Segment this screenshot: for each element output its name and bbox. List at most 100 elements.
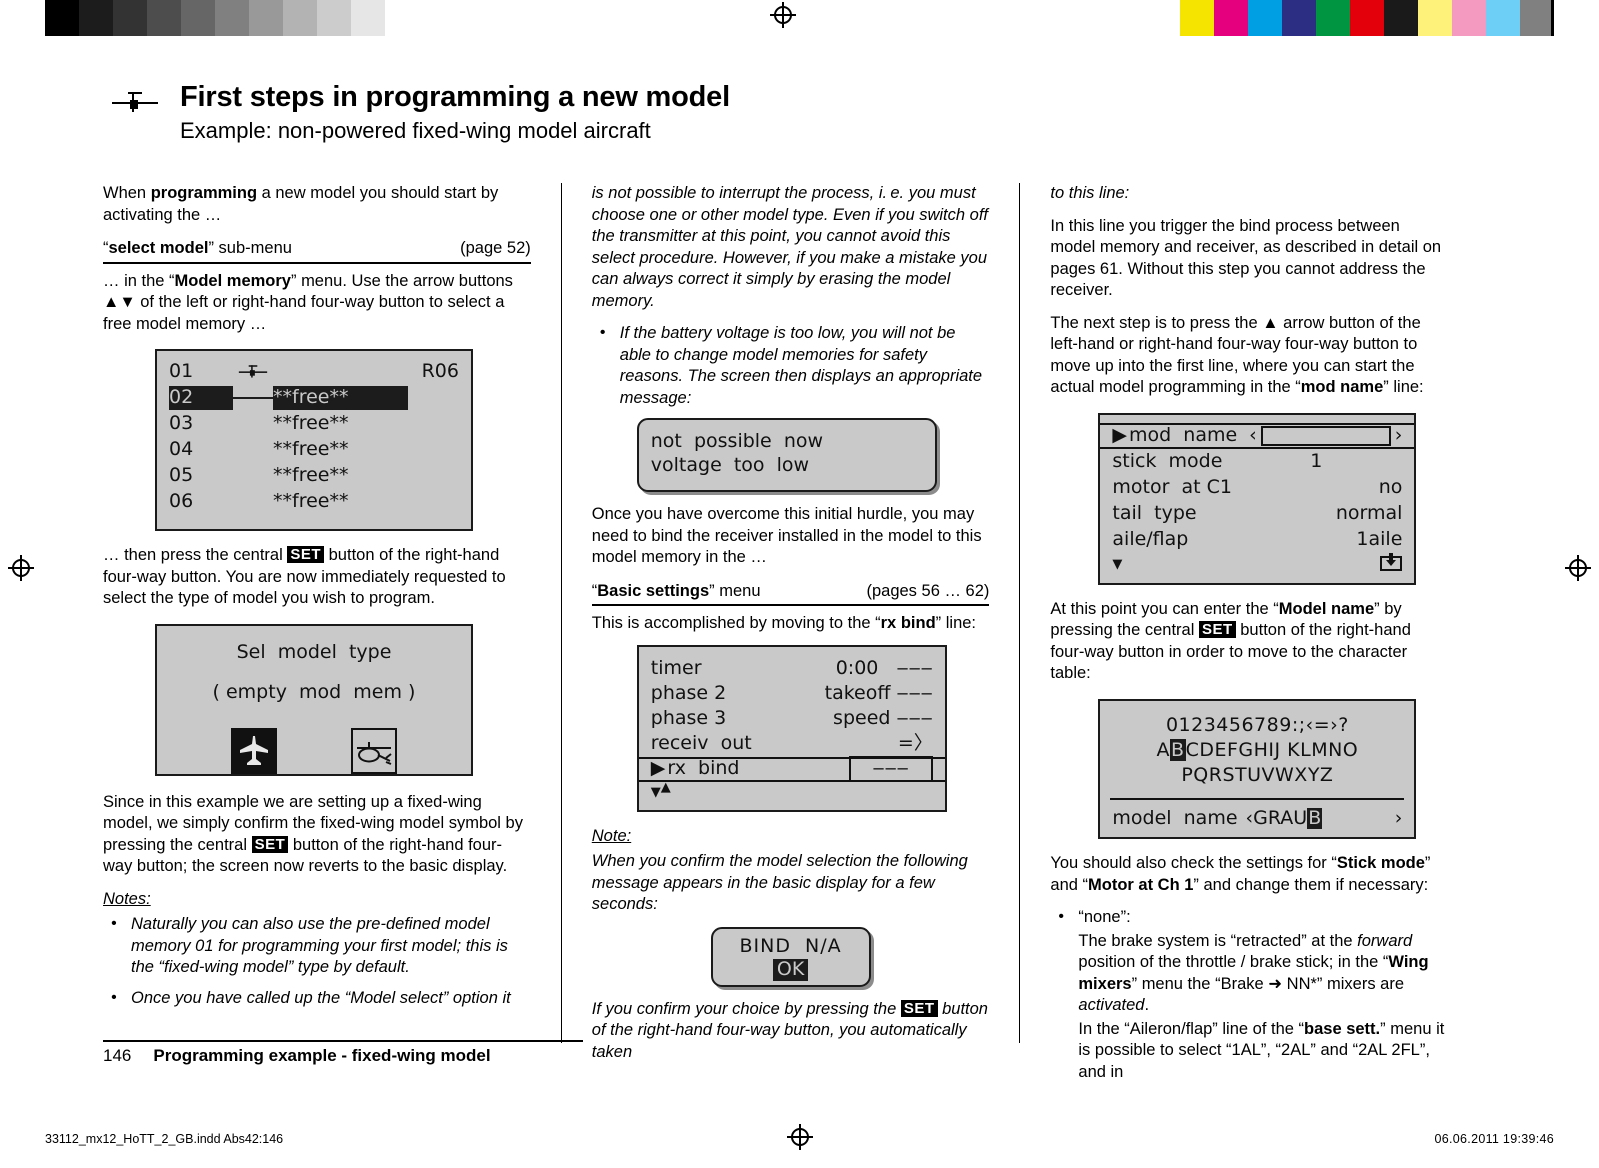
col2-tail-a: If you confirm your choice by pressing t…	[591, 999, 901, 1018]
table-row[interactable]: phase 2 takeoff ‒‒‒	[639, 682, 945, 707]
col3-lead: to this line:	[1050, 184, 1130, 202]
model-name-input-field[interactable]	[1260, 425, 1391, 446]
model-name-entry-row[interactable]: model name ‹ GRAU B ›	[1100, 806, 1414, 830]
table-row[interactable]: 03 **free**	[157, 411, 471, 437]
row-value: takeoff ‒‒‒	[824, 682, 933, 705]
basic-settings-rule-heading: “Basic settings” menu (pages 56 … 62)	[591, 581, 990, 606]
col3-para-2: The next step is to press the ▲ arrow bu…	[1050, 313, 1448, 399]
basic-settings-page-ref: (pages 56 … 62)	[866, 581, 990, 600]
table-row[interactable]: timer 0:00 ‒‒‒	[639, 657, 945, 682]
imprint-filename: 33112_mx12_HoTT_2_GB.indd Abs42:146	[45, 1132, 284, 1146]
row-label: aile/flap	[1112, 527, 1189, 550]
memory-label: **free**	[273, 438, 349, 461]
table-row[interactable]: 04 **free**	[157, 437, 471, 463]
row-label: timer	[650, 657, 702, 680]
page-number: 146	[103, 1046, 132, 1065]
table-row[interactable]: 05 **free**	[157, 463, 471, 489]
helicopter-model-icon[interactable]	[351, 727, 397, 774]
col1-after-lcd1: … then press the central SET button of t…	[103, 545, 531, 610]
page-title: First steps in programming a new model	[180, 81, 730, 113]
row-value: speed ‒‒‒	[833, 707, 933, 730]
row-value: 0:00 ‒‒‒	[835, 657, 933, 680]
lcd-footer-row: ▼	[1100, 552, 1414, 577]
chevron-right-icon[interactable]: ›	[1395, 424, 1403, 447]
chevron-down-icon[interactable]: ▼	[651, 782, 661, 804]
bullet-p1-d: .	[1144, 996, 1150, 1014]
page-footer: 146 Programming example - fixed-wing mod…	[103, 1046, 491, 1066]
rx-bind-value-field[interactable]: ‒‒‒	[848, 756, 933, 782]
select-model-type-display[interactable]: Sel model type ( empty mod mem )	[155, 623, 473, 776]
color-calibration-bar	[1180, 0, 1554, 36]
col3-para-4: You should also check the settings for “…	[1050, 853, 1448, 896]
motor-at-ch1-bold: Motor at Ch 1	[1088, 875, 1194, 894]
col2-after-rule-b: ” line:	[935, 614, 977, 632]
voltage-warning-line-2: voltage too low	[650, 454, 810, 477]
table-row[interactable]: 02 **free**	[157, 385, 471, 411]
table-row[interactable]: 06 **free**	[157, 489, 471, 515]
bullet-p1-ital: forward	[1357, 931, 1413, 950]
character-table-display[interactable]: 0123456789:;‹=›? ABCDEFGHIJ KLMNO PQRSTU…	[1098, 698, 1417, 839]
receiver-code-label: R06	[421, 360, 459, 383]
chevron-right-icon[interactable]: ›	[1395, 807, 1403, 830]
basic-settings-bold: Basic settings	[597, 581, 710, 600]
select-model-heading-text: “select model” sub-menu	[103, 238, 292, 260]
lcd-header-row: 01 R06	[157, 359, 471, 385]
chevron-left-icon[interactable]: ‹	[1249, 424, 1257, 447]
col3-para4-c: ” and change them if necessary:	[1193, 875, 1429, 894]
col1-after-lcd1-a: … then press the central	[103, 546, 288, 564]
col2-after-rule: This is accomplished by moving to the “r…	[592, 613, 990, 635]
chevron-down-icon[interactable]: ▼	[1112, 554, 1122, 576]
col1-after-rule-1: … in the “	[103, 271, 175, 290]
col2-bullet-list: If the battery voltage is too low, you w…	[592, 322, 990, 409]
row-label: phase 2	[650, 682, 727, 705]
bind-na-ok[interactable]: OK	[772, 958, 809, 981]
model-base-settings-display[interactable]: ▶ mod name ‹ › stick mode 1 motor at C1 …	[1098, 412, 1417, 585]
notes-label: Notes:	[103, 889, 151, 908]
char-selected-B[interactable]: B	[1170, 738, 1186, 761]
row-label: tail type	[1112, 501, 1197, 524]
char-table-row-letters-1[interactable]: ABCDEFGHIJ KLMNO	[1100, 738, 1414, 763]
set-button-key: SET	[1198, 621, 1236, 638]
char-rest-1[interactable]: CDEFGHIJ KLMNO	[1186, 739, 1359, 761]
col3-bullet-list: “none”: The brake system is “retracted” …	[1050, 906, 1448, 1083]
select-model-rule-heading: “select model” sub-menu (page 52)	[103, 238, 531, 264]
model-name-cursor-char: B	[1307, 806, 1323, 829]
basic-settings-heading-text: “Basic settings” menu	[592, 581, 761, 603]
select-model-rest: sub-menu	[213, 239, 292, 257]
col1-intro-pre: When	[103, 184, 151, 202]
page-columns: When programming a new model you should …	[103, 183, 1448, 1081]
chevron-up-icon[interactable]: ▲	[661, 777, 671, 799]
col1-intro-bold: programming	[150, 184, 258, 202]
bind-na-line: BIND N/A	[739, 934, 842, 957]
memory-label: **free**	[273, 412, 349, 435]
page-subtitle: Example: non-powered fixed-wing model ai…	[180, 118, 651, 143]
chevron-left-icon[interactable]: ‹	[1246, 807, 1254, 830]
table-row[interactable]: motor at C1 no	[1100, 475, 1414, 501]
char-table-row-digits[interactable]: 0123456789:;‹=›?	[1100, 713, 1414, 738]
col2-after-rule-a: This is accomplished by moving to the “	[591, 614, 881, 632]
basic-settings-rest: menu	[714, 581, 761, 600]
table-row-selected[interactable]: ▶ mod name ‹ ›	[1100, 422, 1415, 449]
page-header: First steps in programming a new model E…	[112, 80, 730, 144]
table-row[interactable]: phase 3 speed ‒‒‒	[639, 707, 945, 732]
store-page-icon[interactable]	[1320, 531, 1403, 598]
note-label: Note:	[591, 826, 632, 845]
col3-para3-a: At this point you can enter the “	[1050, 599, 1279, 618]
bind-na-display: BIND N/A OK	[710, 926, 871, 987]
col3-para-3: At this point you can enter the “Model n…	[1050, 599, 1448, 685]
table-row[interactable]: receiv out =〉	[639, 732, 945, 757]
basic-settings-rx-bind-display[interactable]: timer 0:00 ‒‒‒ phase 2 takeoff ‒‒‒ phase…	[636, 644, 947, 812]
char-table-row-letters-2[interactable]: PQRSTUVWXYZ	[1100, 763, 1414, 788]
column-2: is not possible to interrupt the process…	[560, 183, 990, 1061]
table-row-selected[interactable]: ▶ rx bind ‒‒‒	[638, 756, 945, 782]
col2-continued-italic: is not possible to interrupt the process…	[591, 184, 988, 310]
col1-after-lcd2: Since in this example we are setting up …	[103, 792, 531, 878]
fixed-wing-model-icon[interactable]	[231, 727, 277, 774]
model-memory-list-display[interactable]: 01 R06 02 **free** 03 **free** 04 **free** …	[155, 349, 473, 531]
divider	[1110, 797, 1405, 800]
table-row[interactable]: stick mode 1	[1100, 449, 1414, 475]
table-row[interactable]: tail type normal	[1100, 501, 1414, 527]
model-name-label: model name	[1112, 806, 1238, 829]
char-A[interactable]: A	[1157, 739, 1171, 761]
col3-para-1: In this line you trigger the bind proces…	[1050, 216, 1442, 300]
